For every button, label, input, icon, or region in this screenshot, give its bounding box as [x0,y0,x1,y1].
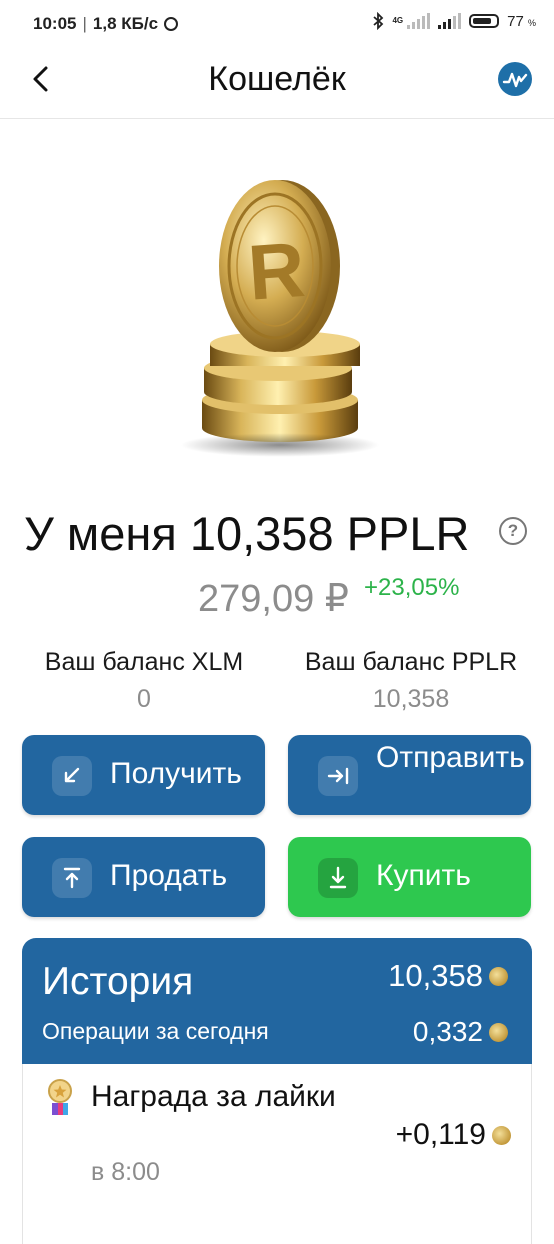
history-today-label: Операции за сегодня [42,1018,269,1044]
send-button[interactable]: Отправить [288,735,531,815]
status-separator: | [82,14,87,33]
battery-icon [469,14,500,28]
sell-button[interactable]: Продать [22,837,265,917]
status-left: 10:05 | 1,8 КБ/с [33,14,179,34]
buy-button[interactable]: Купить [288,837,531,917]
sell-icon-box [52,858,92,898]
bluetooth-icon [373,12,384,30]
coin-icon [489,1022,508,1042]
pplr-balance-label: Ваш баланс PPLR [304,648,518,676]
history-item-title: Награда за лайки [91,1080,336,1113]
xlm-balance-value: 0 [137,685,151,713]
pplr-balance: Ваш баланс PPLR 10,358 [296,648,526,714]
rub-value: 279,09 ₽ [198,578,349,620]
history-total-value: 10,358 [388,958,483,993]
history-today-value: 0,332 [412,1016,483,1047]
stats-button[interactable] [498,62,532,96]
svg-text:R: R [245,225,307,317]
history-today: 0,332 [413,1016,508,1048]
arrow-right-bar-icon [327,767,349,785]
xlm-balance-label: Ваш баланс XLM [44,648,244,676]
receive-icon-box [52,756,92,796]
history-item-time: в 8:00 [91,1158,160,1186]
network-type: 4G [392,16,404,25]
app-header: Кошелёк [0,50,554,119]
coin-shadow [180,433,380,457]
status-time: 10:05 [33,14,77,33]
download-icon [329,866,347,889]
status-speed: 1,8 КБ/с [92,14,159,33]
pplr-balance-headline: У меня 10,358 PPLR [24,507,470,560]
xlm-balance: Ваш баланс XLM 0 [34,648,254,714]
coin-icon [489,966,508,986]
coin-icon [492,1125,511,1145]
alarm-icon [164,17,179,31]
buy-icon-box [318,858,358,898]
status-bar: 10:05 | 1,8 КБ/с 4G 77 % [0,0,554,50]
history-total: 10,358 [388,958,508,994]
history-item-amount-value: +0,119 [395,1118,486,1151]
history-card[interactable]: История 10,358 Операции за сегодня 0,332… [22,938,532,1244]
receive-label: Получить [110,757,242,790]
coin-illustration: R [170,178,390,468]
battery-level: 77 % [507,12,536,30]
history-item-amount: +0,119 [396,1118,511,1152]
send-icon-box [318,756,358,796]
coin-stack-image: R [202,180,360,442]
history-list: Награда за лайки +0,119 в 8:00 [22,1064,532,1244]
pulse-chart-icon [502,72,528,88]
signal-icon [407,13,431,29]
buy-label: Купить [376,859,471,892]
status-right: 4G 77 % [372,12,536,30]
signal-icon-2 [438,13,462,29]
help-icon[interactable]: ? [499,517,527,545]
send-label: Отправить [376,741,525,774]
receive-button[interactable]: Получить [22,735,265,815]
page-title: Кошелёк [208,60,346,98]
sell-label: Продать [110,859,228,892]
history-title: История [42,960,194,1003]
medal-icon [48,1079,72,1115]
price-change: +23,05% [364,574,460,601]
arrow-up-bar-icon [63,867,81,889]
arrow-down-left-icon [64,767,80,783]
pplr-balance-value: 10,358 [372,685,450,713]
